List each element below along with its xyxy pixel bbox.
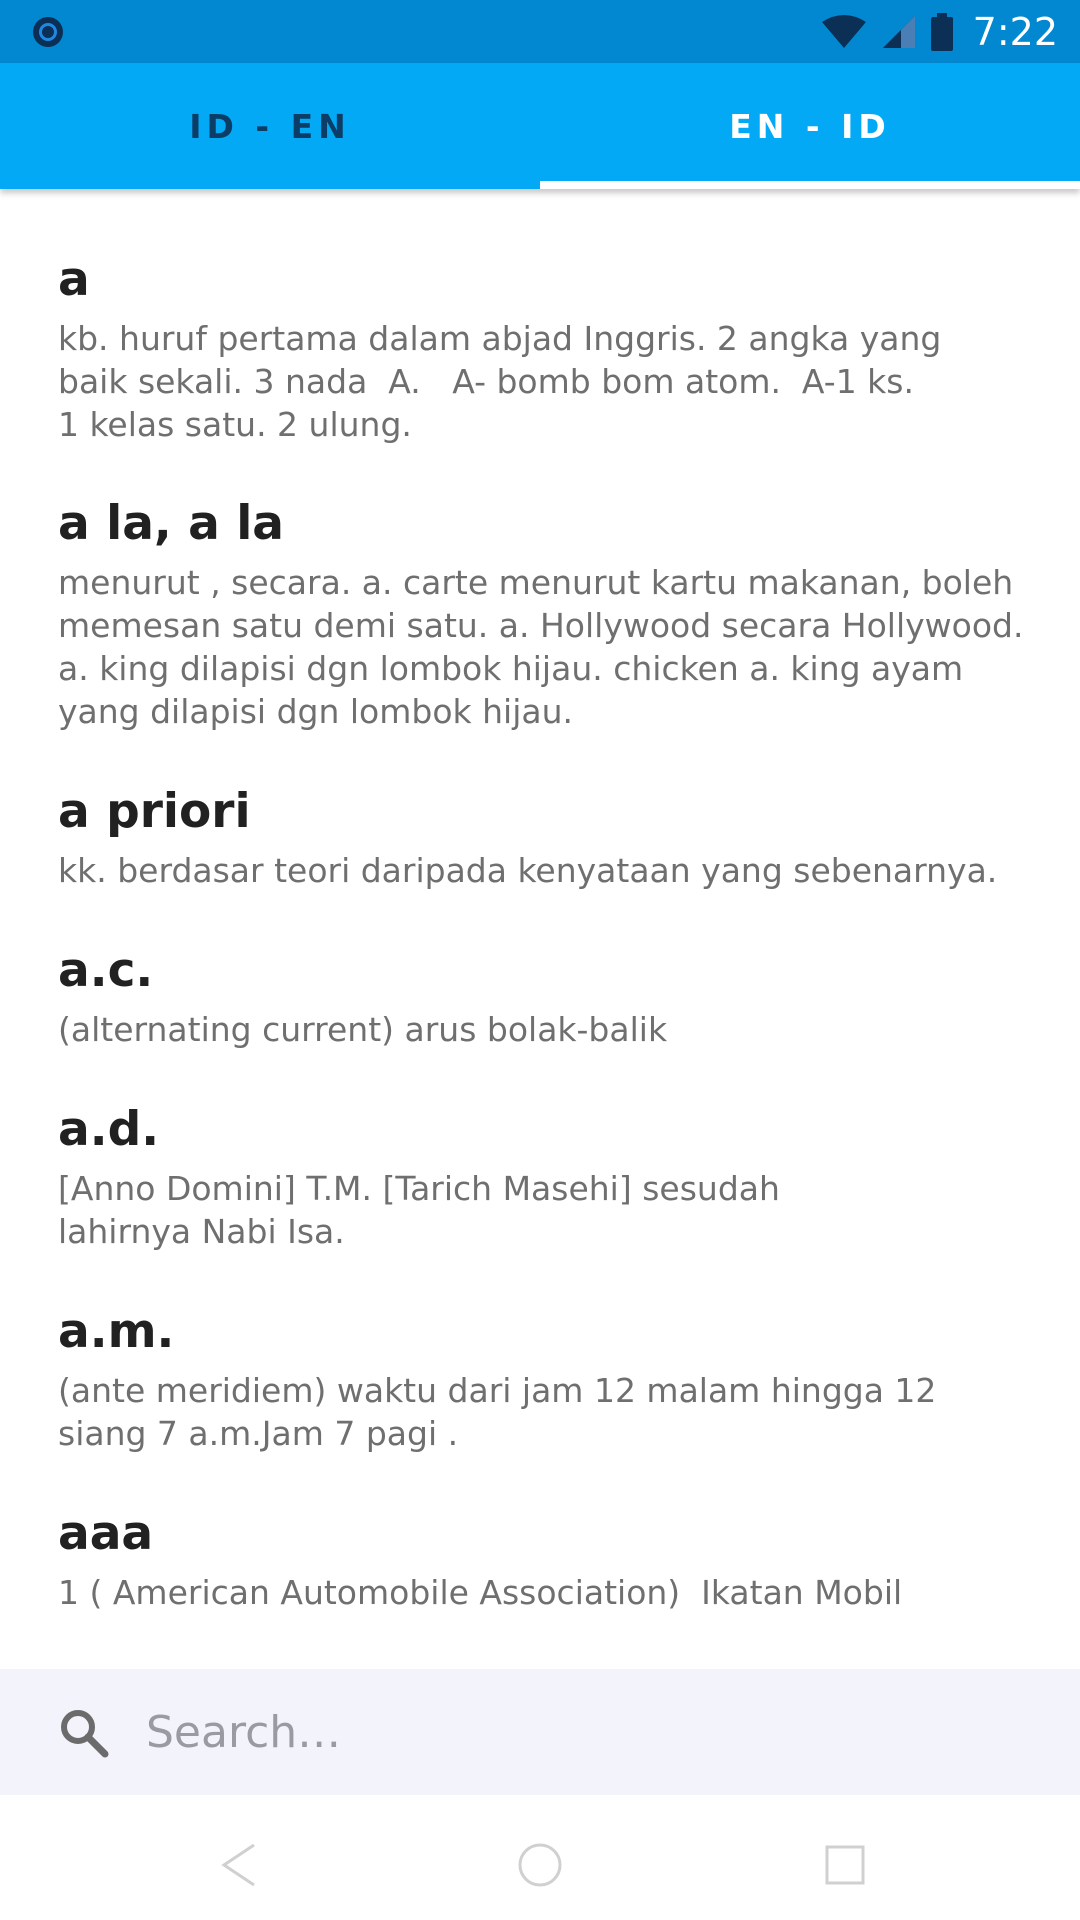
notification-circle-icon — [33, 17, 63, 47]
entry-word: a — [58, 252, 90, 307]
navigation-bar — [0, 1795, 1080, 1920]
entry-definition: kb. huruf pertama dalam abjad Inggris. 2… — [58, 319, 942, 444]
back-icon[interactable] — [210, 1835, 270, 1895]
tab-en-id[interactable]: EN - ID — [540, 63, 1080, 189]
search-input[interactable] — [146, 1694, 1026, 1770]
entry-definition: kk. berdasar teori daripada kenyataan ya… — [58, 851, 998, 890]
status-time: 7:22 — [972, 9, 1058, 54]
list-item[interactable]: a.c. (alternating current) arus bolak-ba… — [58, 942, 1038, 1051]
entry-definition: [Anno Domini] T.M. [Tarich Masehi] sesud… — [58, 1169, 780, 1251]
list-item[interactable]: a la, a la menurut , secara. a. carte me… — [58, 495, 1038, 733]
entry-word: a la, a la — [58, 496, 285, 551]
entry-definition: (alternating current) arus bolak-balik — [58, 1010, 668, 1049]
status-bar: 7:22 — [0, 0, 1080, 63]
battery-icon — [930, 12, 953, 51]
search-bar — [0, 1669, 1080, 1795]
cell-signal-icon — [882, 15, 915, 48]
recents-icon[interactable] — [815, 1835, 875, 1895]
wifi-icon — [821, 14, 866, 48]
entry-definition: menurut , secara. a. carte menurut kartu… — [58, 563, 1024, 731]
entry-definition: (ante meridiem) waktu dari jam 12 malam … — [58, 1371, 937, 1453]
list-item[interactable]: aaa 1 ( American Automobile Association)… — [58, 1505, 1038, 1614]
list-item[interactable]: a.m. (ante meridiem) waktu dari jam 12 m… — [58, 1303, 1038, 1455]
list-item[interactable]: a.d. [Anno Domini] T.M. [Tarich Masehi] … — [58, 1101, 1038, 1253]
list-item[interactable]: a kb. huruf pertama dalam abjad Inggris.… — [58, 251, 1038, 446]
list-item[interactable]: a priori kk. berdasar teori daripada ken… — [58, 783, 1038, 892]
home-icon[interactable] — [510, 1835, 570, 1895]
entry-word: a.c. — [58, 943, 154, 998]
app-bar: ID - EN EN - ID — [0, 63, 1080, 189]
entry-definition: 1 ( American Automobile Association) Ika… — [58, 1573, 903, 1612]
entry-word: a.m. — [58, 1304, 175, 1359]
search-icon[interactable] — [57, 1706, 111, 1760]
status-icons: 7:22 — [821, 0, 1058, 63]
tab-id-en[interactable]: ID - EN — [0, 63, 540, 189]
dictionary-list[interactable]: a kb. huruf pertama dalam abjad Inggris.… — [0, 189, 1080, 1669]
entry-word: aaa — [58, 1506, 154, 1561]
tab-indicator — [540, 181, 1080, 189]
entry-word: a priori — [58, 784, 251, 839]
entry-word: a.d. — [58, 1102, 160, 1157]
